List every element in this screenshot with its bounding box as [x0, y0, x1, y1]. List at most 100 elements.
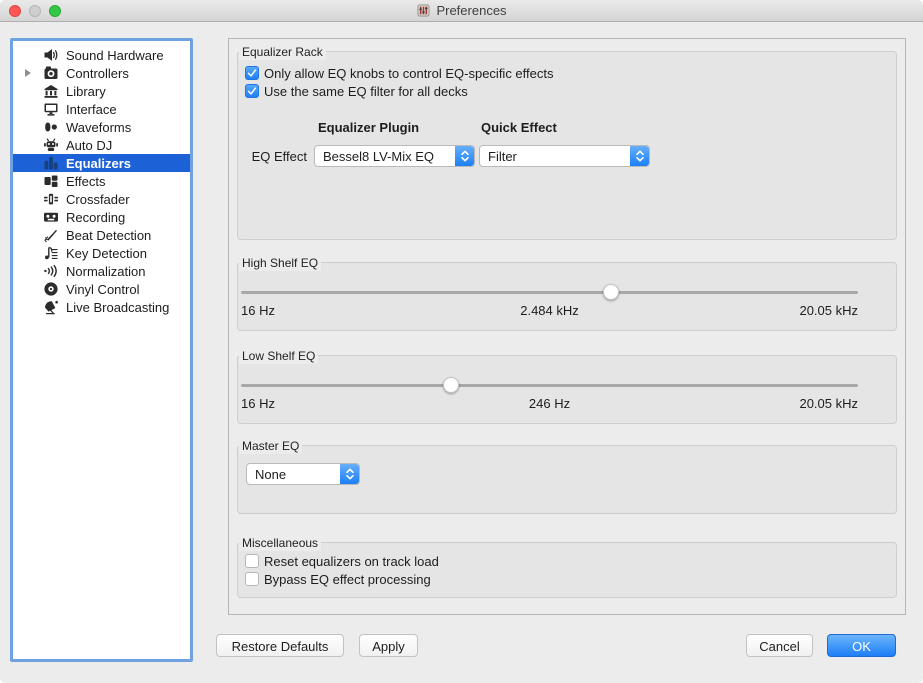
- low-shelf-slider[interactable]: [241, 376, 858, 394]
- sidebar-item-beat-detection[interactable]: Beat Detection: [13, 226, 190, 244]
- slider-min-label: 16 Hz: [241, 303, 447, 318]
- preferences-window: Preferences Sound HardwareControllers Lib…: [0, 0, 923, 683]
- sidebar-item-normalization[interactable]: Normalization: [13, 262, 190, 280]
- traffic-lights: [9, 5, 61, 17]
- sidebar-item-label: Vinyl Control: [66, 282, 139, 297]
- sidebar-item-sound-hardware[interactable]: Sound Hardware: [13, 46, 190, 64]
- group-box: 16 Hz 246 Hz 20.05 kHz: [237, 355, 897, 424]
- apply-button[interactable]: Apply: [359, 634, 418, 657]
- sidebar-item-interface[interactable]: Interface: [13, 100, 190, 118]
- group-master-eq: Master EQ None: [237, 438, 897, 514]
- checkbox-row-reset-equalizers[interactable]: Reset equalizers on track load: [245, 553, 439, 569]
- sidebar-item-label: Effects: [66, 174, 106, 189]
- slider-handle[interactable]: [443, 377, 459, 393]
- monitor-icon: [43, 101, 59, 117]
- sidebar-item-vinyl-control[interactable]: Vinyl Control: [13, 280, 190, 298]
- checkbox-icon[interactable]: [245, 554, 259, 568]
- group-box: None: [237, 445, 897, 514]
- beat-wand-icon: [43, 227, 59, 243]
- group-box: Only allow EQ knobs to control EQ-specif…: [237, 51, 897, 240]
- slider-max-label: 20.05 kHz: [652, 396, 858, 411]
- disclosure-triangle-icon[interactable]: [13, 69, 43, 77]
- controller-icon: [43, 65, 59, 81]
- sidebar-item-label: Library: [66, 84, 106, 99]
- sidebar-item-waveforms[interactable]: Waveforms: [13, 118, 190, 136]
- sidebar-item-equalizers[interactable]: Equalizers: [13, 154, 190, 172]
- slider-labels: 16 Hz 246 Hz 20.05 kHz: [241, 396, 858, 411]
- sidebar-list: Sound HardwareControllers Library Interfac…: [13, 46, 190, 316]
- sidebar-item-library[interactable]: Library: [13, 82, 190, 100]
- sidebar-item-label: Normalization: [66, 264, 145, 279]
- slider-handle[interactable]: [603, 284, 619, 300]
- equalizer-plugin-header: Equalizer Plugin: [318, 120, 419, 135]
- equalizer-bars-icon: [43, 155, 59, 171]
- group-box: 16 Hz 2.484 kHz 20.05 kHz: [237, 262, 897, 331]
- master-eq-dropdown[interactable]: None: [246, 463, 360, 485]
- window-title: Preferences: [436, 3, 506, 18]
- group-miscellaneous: Miscellaneous Reset equalizers on track …: [237, 535, 897, 598]
- group-low-shelf-eq: Low Shelf EQ 16 Hz 246 Hz 20.05 kHz: [237, 348, 897, 424]
- sidebar-item-label: Equalizers: [66, 156, 131, 171]
- slider-track[interactable]: [241, 384, 858, 387]
- sidebar-item-label: Sound Hardware: [66, 48, 164, 63]
- stepper-arrows-icon: [630, 146, 649, 166]
- group-title: Master EQ: [239, 439, 302, 454]
- sidebar-item-effects[interactable]: Effects: [13, 172, 190, 190]
- sidebar-item-auto-dj[interactable]: Auto DJ: [13, 136, 190, 154]
- checkbox-icon[interactable]: [245, 84, 259, 98]
- checkbox-label: Reset equalizers on track load: [264, 554, 439, 569]
- checkbox-label: Only allow EQ knobs to control EQ-specif…: [264, 66, 554, 81]
- group-title: Equalizer Rack: [239, 45, 326, 60]
- ok-button[interactable]: OK: [827, 634, 896, 657]
- quick-effect-header: Quick Effect: [481, 120, 557, 135]
- stepper-arrows-icon: [455, 146, 474, 166]
- sidebar-item-label: Waveforms: [66, 120, 131, 135]
- satellite-icon: [43, 299, 59, 315]
- checkbox-label: Use the same EQ filter for all decks: [264, 84, 468, 99]
- minimize-button[interactable]: [29, 5, 41, 17]
- checkbox-row-eq-knobs[interactable]: Only allow EQ knobs to control EQ-specif…: [245, 65, 554, 81]
- group-title: Low Shelf EQ: [239, 349, 318, 364]
- cassette-icon: [43, 209, 59, 225]
- eq-effect-label: EQ Effect: [238, 149, 307, 164]
- slider-max-label: 20.05 kHz: [652, 303, 858, 318]
- high-shelf-slider[interactable]: [241, 283, 858, 301]
- close-button[interactable]: [9, 5, 21, 17]
- sidebar-item-recording[interactable]: Recording: [13, 208, 190, 226]
- main-panel: Equalizer Rack Only allow EQ knobs to co…: [228, 38, 906, 615]
- titlebar[interactable]: Preferences: [0, 0, 923, 22]
- eq-plugin-dropdown[interactable]: Bessel8 LV-Mix EQ: [314, 145, 475, 167]
- sidebar-item-crossfader[interactable]: Crossfader: [13, 190, 190, 208]
- library-icon: [43, 83, 59, 99]
- checkbox-row-bypass-eq[interactable]: Bypass EQ effect processing: [245, 571, 431, 587]
- sidebar-item-label: Recording: [66, 210, 125, 225]
- zoom-button[interactable]: [49, 5, 61, 17]
- vinyl-icon: [43, 281, 59, 297]
- sidebar-item-label: Interface: [66, 102, 117, 117]
- sidebar-item-controllers[interactable]: Controllers: [13, 64, 190, 82]
- checkbox-icon[interactable]: [245, 572, 259, 586]
- cancel-button[interactable]: Cancel: [746, 634, 813, 657]
- slider-value-label: 2.484 kHz: [447, 303, 653, 318]
- sidebar: Sound HardwareControllers Library Interfac…: [10, 38, 193, 662]
- robot-icon: [43, 137, 59, 153]
- restore-defaults-button[interactable]: Restore Defaults: [216, 634, 344, 657]
- preferences-icon: [416, 3, 431, 18]
- sidebar-item-key-detection[interactable]: Key Detection: [13, 244, 190, 262]
- dropdown-value: Bessel8 LV-Mix EQ: [315, 149, 455, 164]
- slider-track[interactable]: [241, 291, 858, 294]
- quick-effect-dropdown[interactable]: Filter: [479, 145, 650, 167]
- group-title: High Shelf EQ: [239, 256, 321, 271]
- stepper-arrows-icon: [340, 464, 359, 484]
- checkbox-label: Bypass EQ effect processing: [264, 572, 431, 587]
- dropdown-value: None: [247, 467, 340, 482]
- sidebar-item-label: Beat Detection: [66, 228, 151, 243]
- checkbox-icon[interactable]: [245, 66, 259, 80]
- dropdown-value: Filter: [480, 149, 630, 164]
- effects-icon: [43, 173, 59, 189]
- checkbox-row-same-eq-filter[interactable]: Use the same EQ filter for all decks: [245, 83, 468, 99]
- sidebar-item-label: Crossfader: [66, 192, 130, 207]
- sidebar-item-live-broadcasting[interactable]: Live Broadcasting: [13, 298, 190, 316]
- group-box: Reset equalizers on track load Bypass EQ…: [237, 542, 897, 598]
- sidebar-item-label: Key Detection: [66, 246, 147, 261]
